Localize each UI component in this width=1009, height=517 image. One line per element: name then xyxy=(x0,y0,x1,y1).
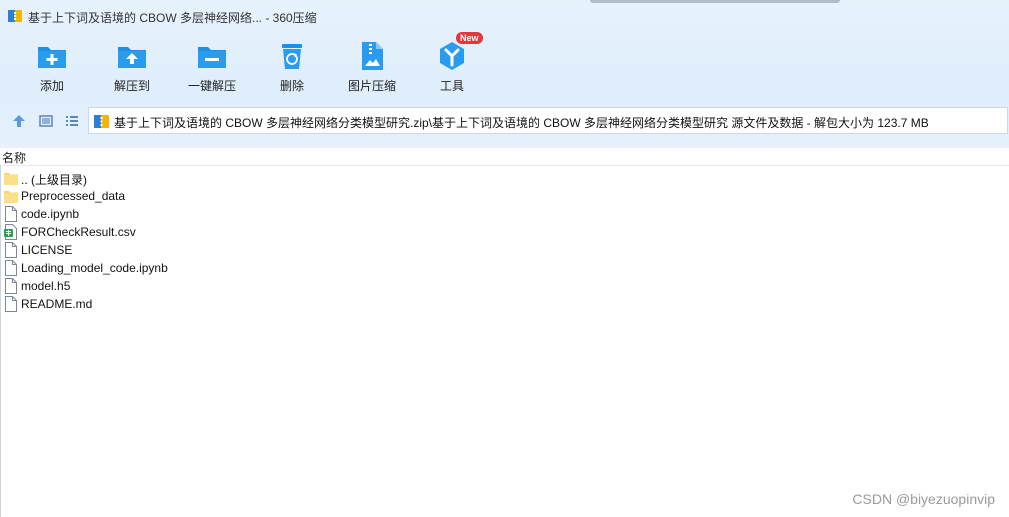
image-compress-icon xyxy=(362,42,383,70)
document-icon xyxy=(5,278,17,294)
list-item-name: Preprocessed_data xyxy=(21,189,126,203)
list-item-file[interactable]: FORCheckResult.csv xyxy=(0,223,1009,241)
thumbnail-view-icon[interactable] xyxy=(38,113,54,129)
list-item-name: FORCheckResult.csv xyxy=(21,225,136,239)
add-label: 添加 xyxy=(39,79,64,93)
zip-file-icon xyxy=(94,115,109,128)
add-folder-icon xyxy=(38,47,66,68)
column-header-label: 名称 xyxy=(2,151,27,165)
document-icon xyxy=(5,242,17,258)
tools-button[interactable]: New 工具 xyxy=(412,32,492,98)
one-click-extract-button[interactable]: 一键解压 xyxy=(172,38,252,98)
list-item-file[interactable]: LICENSE xyxy=(0,241,1009,259)
toolbar: 添加 解压到 一键解压 删除 图片压缩 New 工具 xyxy=(12,32,492,98)
list-item-name: .. (上级目录) xyxy=(21,173,87,187)
folder-icon xyxy=(4,173,18,185)
list-item-file[interactable]: code.ipynb xyxy=(0,205,1009,223)
list-item-name: Loading_model_code.ipynb xyxy=(21,261,168,275)
list-item-name: code.ipynb xyxy=(21,207,80,221)
list-item-file[interactable]: README.md xyxy=(0,295,1009,313)
overlapping-window-edge xyxy=(590,0,840,3)
archive-path: 基于上下词及语境的 CBOW 多层神经网络分类模型研究.zip\基于上下词及语境… xyxy=(114,116,929,130)
extract-to-icon xyxy=(118,47,146,68)
zip-app-icon xyxy=(8,10,22,22)
title-bar: 基于上下词及语境的 CBOW 多层神经网络... - 360压缩 xyxy=(0,0,1009,32)
delete-button[interactable]: 删除 xyxy=(252,38,332,98)
list-item-file[interactable]: model.h5 xyxy=(0,277,1009,295)
file-list: .. (上级目录) Preprocessed_data code.ipynb F… xyxy=(0,169,1009,313)
list-item-folder[interactable]: Preprocessed_data xyxy=(0,187,1009,205)
folder-icon xyxy=(4,191,18,203)
list-item-file[interactable]: Loading_model_code.ipynb xyxy=(0,259,1009,277)
list-item-parent-directory[interactable]: .. (上级目录) xyxy=(0,169,1009,187)
one-click-extract-label: 一键解压 xyxy=(187,79,236,93)
watermark: CSDN @biyezuopinvip xyxy=(852,491,995,507)
list-item-name: model.h5 xyxy=(21,279,71,293)
extract-to-button[interactable]: 解压到 xyxy=(92,38,172,98)
address-bar[interactable]: 基于上下词及语境的 CBOW 多层神经网络分类模型研究.zip\基于上下词及语境… xyxy=(88,107,1008,134)
new-badge: New xyxy=(456,32,483,44)
recycle-bin-icon xyxy=(282,44,302,69)
list-item-name: README.md xyxy=(21,297,93,311)
document-icon xyxy=(5,206,17,222)
delete-label: 删除 xyxy=(279,79,304,93)
window-chrome: 基于上下词及语境的 CBOW 多层神经网络... - 360压缩 添加 解压到 … xyxy=(0,0,1009,148)
spreadsheet-icon xyxy=(4,224,17,240)
up-arrow-icon[interactable] xyxy=(11,113,27,129)
extract-to-label: 解压到 xyxy=(113,79,150,93)
image-compress-label: 图片压缩 xyxy=(347,79,396,93)
add-button[interactable]: 添加 xyxy=(12,38,92,98)
image-compress-button[interactable]: 图片压缩 xyxy=(332,38,412,98)
list-view-icon[interactable] xyxy=(64,113,80,129)
document-icon xyxy=(5,296,17,312)
document-icon xyxy=(5,260,17,276)
window-title: 基于上下词及语境的 CBOW 多层神经网络... - 360压缩 xyxy=(28,11,317,25)
tools-icon xyxy=(440,42,464,70)
tools-label: 工具 xyxy=(439,79,464,93)
one-click-extract-icon xyxy=(198,47,226,68)
list-item-name: LICENSE xyxy=(21,243,73,257)
archive-window: 基于上下词及语境的 CBOW 多层神经网络... - 360压缩 添加 解压到 … xyxy=(0,0,1009,517)
column-header-name[interactable]: 名称 xyxy=(0,148,1009,166)
